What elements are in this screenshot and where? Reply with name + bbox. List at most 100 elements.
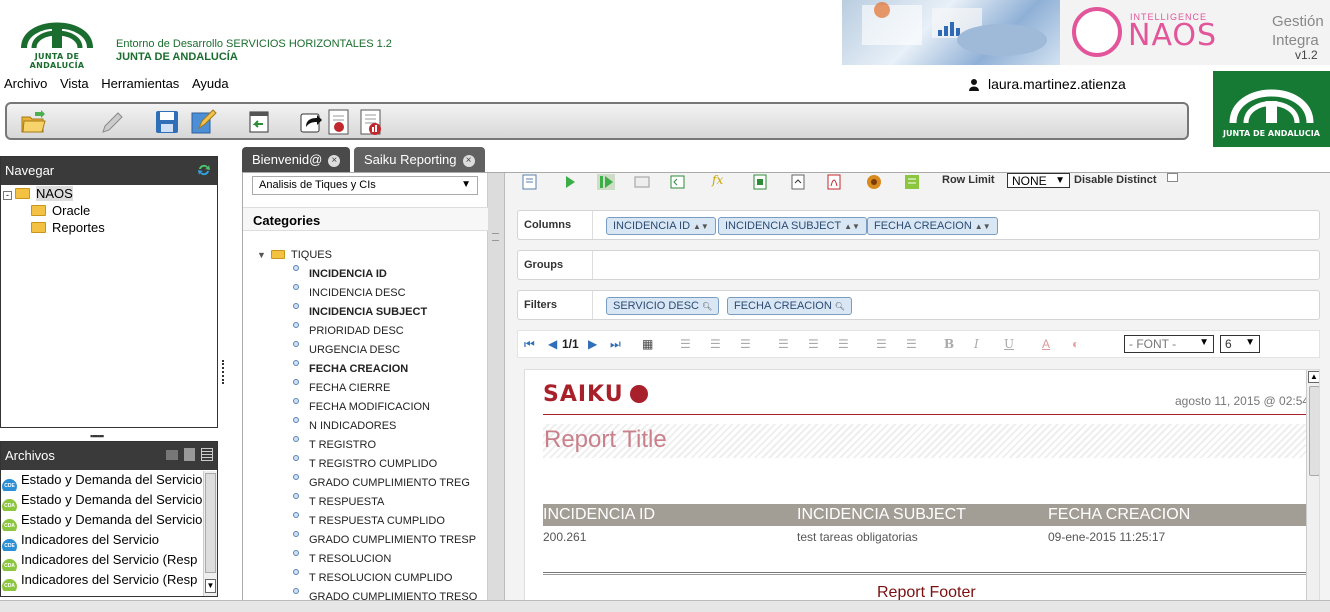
- italic-icon[interactable]: I: [974, 337, 979, 351]
- font-select[interactable]: - FONT - ▼: [1124, 335, 1214, 353]
- report-footer[interactable]: Report Footer: [877, 584, 976, 600]
- scroll-down-button[interactable]: ▼: [205, 579, 216, 593]
- export-cda-icon[interactable]: [903, 174, 921, 190]
- level-item[interactable]: INCIDENCIA SUBJECT: [293, 303, 427, 318]
- search-icon[interactable]: 🔍︎: [702, 302, 712, 311]
- align-center-icon[interactable]: ☰: [710, 337, 721, 351]
- cube-select[interactable]: Analisis de Tiques y CIs ▼: [252, 176, 478, 195]
- close-tab-icon[interactable]: ×: [328, 155, 341, 167]
- valign-top-icon[interactable]: ☰: [778, 337, 789, 351]
- report-icon[interactable]: [325, 108, 353, 136]
- menu-herramientas[interactable]: Herramientas: [101, 76, 179, 91]
- bold-icon[interactable]: B: [944, 337, 954, 351]
- tree-item-naos[interactable]: - NAOS: [3, 186, 73, 201]
- filter-pill[interactable]: FECHA CREACION 🔍︎: [727, 297, 852, 315]
- sort-icon[interactable]: ▲▼: [693, 222, 709, 231]
- sort-icon[interactable]: ▲▼: [844, 222, 860, 231]
- file-item[interactable]: CDA Estado y Demanda del Servicio: [2, 492, 204, 511]
- align-left-icon[interactable]: ☰: [680, 337, 691, 351]
- expand-arrow-icon[interactable]: ▼: [257, 250, 266, 260]
- groups-dropzone[interactable]: Groups: [517, 250, 1320, 280]
- user-info[interactable]: laura.martinez.atienza: [968, 76, 1126, 92]
- report-chart-icon[interactable]: [357, 108, 385, 136]
- valign-bottom-icon[interactable]: ☰: [838, 337, 849, 351]
- level-item[interactable]: INCIDENCIA DESC: [293, 284, 406, 299]
- level-item[interactable]: URGENCIA DESC: [293, 341, 400, 356]
- filter-pill[interactable]: SERVICIO DESC 🔍︎: [606, 297, 720, 315]
- file-item[interactable]: CDA Indicadores del Servicio (Resp: [2, 552, 204, 571]
- vertical-splitter-handle[interactable]: [222, 360, 226, 384]
- level-item[interactable]: T RESPUESTA CUMPLIDO: [293, 512, 445, 527]
- scroll-thumb[interactable]: [205, 473, 216, 573]
- share-arrow-icon[interactable]: [297, 108, 325, 136]
- prpt-icon[interactable]: [865, 174, 883, 190]
- column-pill[interactable]: FECHA CREACION ▲▼: [867, 217, 998, 235]
- report-cell[interactable]: 200.261: [543, 530, 586, 544]
- report-header-cell[interactable]: INCIDENCIA ID: [543, 506, 655, 524]
- search-icon[interactable]: 🔍︎: [835, 302, 845, 311]
- level-item[interactable]: T RESOLUCION CUMPLIDO: [293, 569, 452, 584]
- auto-run-icon[interactable]: [597, 174, 615, 190]
- level-item[interactable]: FECHA CREACION: [293, 360, 408, 375]
- menu-archivo[interactable]: Archivo: [4, 76, 47, 91]
- horizontal-splitter-handle[interactable]: ▪▪▪▪▪▪: [90, 431, 104, 441]
- report-title[interactable]: Report Title: [543, 424, 1319, 458]
- collapse-icon[interactable]: -: [3, 191, 12, 200]
- tree-item-reportes[interactable]: Reportes: [31, 220, 105, 235]
- fill-color-icon[interactable]: ◐: [1072, 337, 1079, 351]
- menu-ayuda[interactable]: Ayuda: [192, 76, 229, 91]
- report-header-cell[interactable]: INCIDENCIA SUBJECT: [797, 506, 966, 524]
- column-pill[interactable]: INCIDENCIA ID ▲▼: [606, 217, 716, 235]
- close-tab-icon[interactable]: ×: [462, 155, 475, 167]
- report-scrollbar[interactable]: ▲: [1306, 370, 1319, 600]
- row-limit-select[interactable]: NONE ▼: [1007, 173, 1070, 188]
- formula-icon[interactable]: fx: [712, 173, 730, 189]
- open-folder-icon[interactable]: [19, 108, 47, 136]
- level-item[interactable]: T REGISTRO: [293, 436, 376, 451]
- new-query-icon[interactable]: [521, 174, 539, 190]
- refresh-icon[interactable]: [197, 163, 211, 177]
- grid-icon[interactable]: ▦: [642, 337, 653, 351]
- first-page-icon[interactable]: ⏮: [524, 337, 535, 352]
- run-icon[interactable]: [561, 174, 579, 190]
- report-cell[interactable]: 09-ene-2015 11:25:17: [1048, 530, 1165, 544]
- level-item[interactable]: N INDICADORES: [293, 417, 396, 432]
- level-item[interactable]: T RESPUESTA: [293, 493, 384, 508]
- align-right-icon[interactable]: ☰: [740, 337, 751, 351]
- files-scrollbar[interactable]: ▼: [203, 471, 217, 596]
- columns-dropzone[interactable]: Columns INCIDENCIA ID ▲▼ INCIDENCIA SUBJE…: [517, 210, 1320, 240]
- level-item[interactable]: T RESOLUCION: [293, 550, 391, 565]
- tree-item-oracle[interactable]: Oracle: [31, 203, 90, 218]
- tab-bienvenida[interactable]: Bienvenid@ ×: [242, 147, 350, 172]
- edit-pencil-icon[interactable]: [97, 108, 125, 136]
- save-icon[interactable]: [153, 108, 181, 136]
- export-pdf-icon[interactable]: [825, 174, 843, 190]
- font-color-icon[interactable]: A: [1042, 337, 1050, 351]
- next-page-icon[interactable]: ▶: [588, 337, 597, 351]
- layout-icon[interactable]: [669, 174, 687, 190]
- report-cell[interactable]: test tareas obligatorias: [797, 530, 918, 544]
- level-item[interactable]: INCIDENCIA ID: [293, 265, 387, 280]
- report-header-cell[interactable]: FECHA CREACION: [1048, 506, 1190, 524]
- underline-icon[interactable]: U: [1004, 337, 1014, 351]
- level-item[interactable]: FECHA CIERRE: [293, 379, 390, 394]
- filters-dropzone[interactable]: Filters SERVICIO DESC 🔍︎ FECHA CREACION 🔍︎: [517, 290, 1320, 320]
- file-action-icon[interactable]: [184, 448, 195, 461]
- file-item[interactable]: CDE Indicadores del Servicio: [2, 532, 204, 551]
- export-xls-icon[interactable]: [751, 174, 769, 190]
- tab-saiku-reporting[interactable]: Saiku Reporting ×: [354, 147, 485, 172]
- list-view-icon[interactable]: [201, 448, 213, 461]
- level-item[interactable]: T REGISTRO CUMPLIDO: [293, 455, 437, 470]
- column-pill[interactable]: INCIDENCIA SUBJECT ▲▼: [718, 217, 867, 235]
- sort-icon[interactable]: ▲▼: [975, 222, 991, 231]
- panel-splitter[interactable]: [488, 173, 505, 601]
- level-item[interactable]: GRADO CUMPLIMIENTO TRESP: [293, 531, 476, 546]
- file-item[interactable]: CDA Estado y Demanda del Servicio: [2, 512, 204, 531]
- prev-page-icon[interactable]: ◀: [548, 337, 557, 351]
- folder-action-icon[interactable]: [166, 450, 178, 460]
- edit-document-icon[interactable]: [189, 108, 217, 136]
- valign-middle-icon[interactable]: ☰: [808, 337, 819, 351]
- scroll-up-button[interactable]: ▲: [1308, 371, 1319, 383]
- splitter-grip[interactable]: [492, 233, 499, 241]
- disable-distinct-checkbox[interactable]: [1167, 173, 1178, 182]
